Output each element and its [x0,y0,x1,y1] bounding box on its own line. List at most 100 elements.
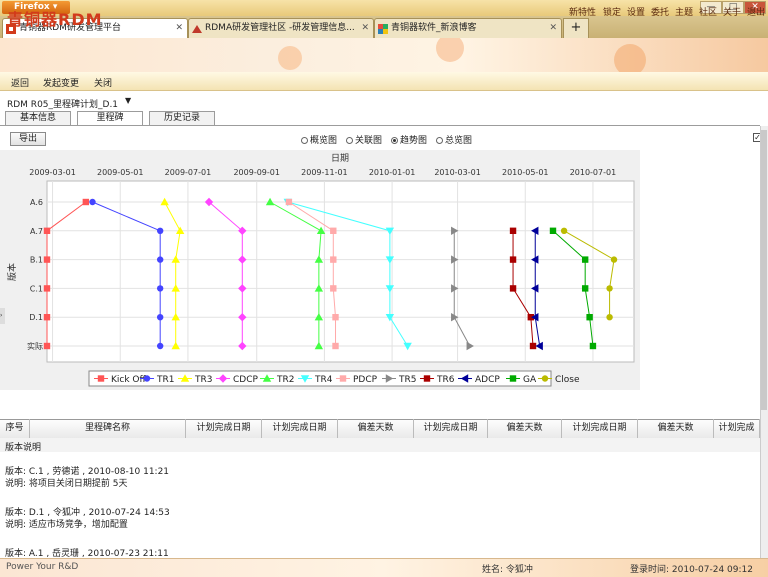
app-logo: 青铜器RDM [7,10,103,29]
browser-tab-rdma[interactable]: RDMA研发管理社区 -研发管理信息... ✕ [188,18,374,38]
col-plan-date-5[interactable]: 计划完成 [714,419,760,438]
x-tick-label: 2009-11-01 [301,168,348,177]
data-point [43,314,51,321]
radio-selected-icon [391,137,398,144]
menu-back[interactable]: 返回 [11,76,29,89]
radio-icon [301,137,308,144]
x-tick-label: 2010-01-01 [369,168,416,177]
menu-bar [0,72,768,91]
y-tick-label: A.6 [30,198,43,207]
radio-overview[interactable]: 概览图 [301,133,337,146]
data-point [509,256,517,263]
data-point [43,227,51,234]
link-settings[interactable]: 设置 [627,5,645,18]
browser-tab-sina[interactable]: 青铜器软件_新浪博客 ✕ [374,18,562,38]
legend-label: CDCP [233,375,258,385]
tab-close-icon[interactable]: ✕ [549,19,557,38]
tab-close-icon[interactable]: ✕ [361,19,369,38]
radio-trend[interactable]: 趋势图 [391,133,427,146]
legend-marker [339,375,347,382]
notes-header-bar [0,438,760,452]
data-point [330,285,337,292]
link-lock[interactable]: 锁定 [603,5,621,18]
col-deviation-2[interactable]: 偏差天数 [488,419,562,438]
x-tick-label: 2009-05-01 [97,168,144,177]
data-point [330,227,337,234]
export-button[interactable]: 导出 [10,132,46,146]
data-point [82,198,90,206]
legend-marker [423,375,431,382]
data-point [330,256,337,263]
data-point [606,285,613,292]
data-point [156,285,164,292]
col-plan-date-4[interactable]: 计划完成日期 [562,419,638,438]
legend-marker [509,375,517,382]
data-point [606,314,613,321]
x-tick-label: 2009-09-01 [233,168,280,177]
link-about[interactable]: 关于 [723,5,741,18]
maple-leaf-decoration-icon [278,38,646,72]
x-tick-label: 2009-07-01 [165,168,212,177]
legend-marker [143,375,151,382]
data-point [332,314,339,321]
col-plan-date-1[interactable]: 计划完成日期 [186,419,262,438]
legend-label: Close [555,375,580,385]
data-point [285,198,293,206]
legend-label: TR4 [314,375,333,385]
tab-close-icon[interactable]: ✕ [175,19,183,38]
link-delegate[interactable]: 委托 [651,5,669,18]
user-name: 姓名: 令狐冲 [482,565,533,575]
link-community[interactable]: 社区 [699,5,717,18]
x-tick-label: 2010-07-01 [570,168,617,177]
col-deviation-1[interactable]: 偏差天数 [338,419,414,438]
radio-label: 总览图 [445,136,473,146]
x-tick-label: 2010-03-01 [434,168,481,177]
col-plan-date-3[interactable]: 计划完成日期 [414,419,488,438]
radio-relation[interactable]: 关联图 [346,133,382,146]
legend-label: Kick Off [111,375,147,385]
x-tick-label: 2010-05-01 [502,168,549,177]
tab-title: 青铜器软件_新浪博客 [391,23,477,33]
data-point [43,285,51,292]
col-milestone-name[interactable]: 里程碑名称 [30,419,186,438]
data-point [581,285,589,292]
trend-chart-svg: 日期版本 2009-03-01 2009-05-01 2009-07-01 2009-0… [0,150,640,390]
link-new-features[interactable]: 新特性 [569,5,596,18]
radio-icon [436,137,443,144]
radio-summary[interactable]: 总览图 [436,133,472,146]
tab-history[interactable]: 历史记录 [149,111,215,125]
legend-marker [97,375,105,382]
milestone-trend-chart: 日期 版本 2009-03-01 2009-05-01 2009-07-01 2009-0… [0,150,640,390]
data-point [560,227,568,234]
legend-label: TR6 [436,375,455,385]
y-tick-label: 实际 [27,341,43,351]
link-logout[interactable]: 退出 [747,5,765,18]
tab-basic-info[interactable]: 基本信息 [5,111,71,125]
col-deviation-3[interactable]: 偏差天数 [638,419,714,438]
collapse-handle-icon[interactable]: › [0,308,5,324]
data-point [43,342,51,350]
menu-start-change[interactable]: 发起变更 [43,76,79,89]
legend-label: TR1 [156,375,174,385]
data-point [156,227,164,234]
notes-title: 版本说明 [5,443,42,453]
legend-label: TR2 [276,375,294,385]
legend-label: TR3 [194,375,212,385]
radio-label: 概览图 [310,136,338,146]
data-point [610,256,618,263]
col-plan-date-2[interactable]: 计划完成日期 [262,419,338,438]
data-point [586,314,593,321]
new-tab-button[interactable]: + [563,18,589,38]
tab-milestone[interactable]: 里程碑 [77,111,143,125]
breadcrumb: RDM R05_里程碑计划_D.1 [7,100,119,110]
data-point [509,227,517,234]
legend-label: TR5 [398,375,416,385]
data-point [89,198,96,206]
menu-close[interactable]: 关闭 [94,76,112,89]
note-desc: 说明: 适应市场竞争，增加配置 [5,520,128,530]
link-theme[interactable]: 主题 [675,5,693,18]
col-index[interactable]: 序号 [0,419,30,438]
chevron-down-icon[interactable]: ▼ [125,96,131,105]
data-point [589,342,597,350]
scrollbar-thumb[interactable] [761,130,767,410]
